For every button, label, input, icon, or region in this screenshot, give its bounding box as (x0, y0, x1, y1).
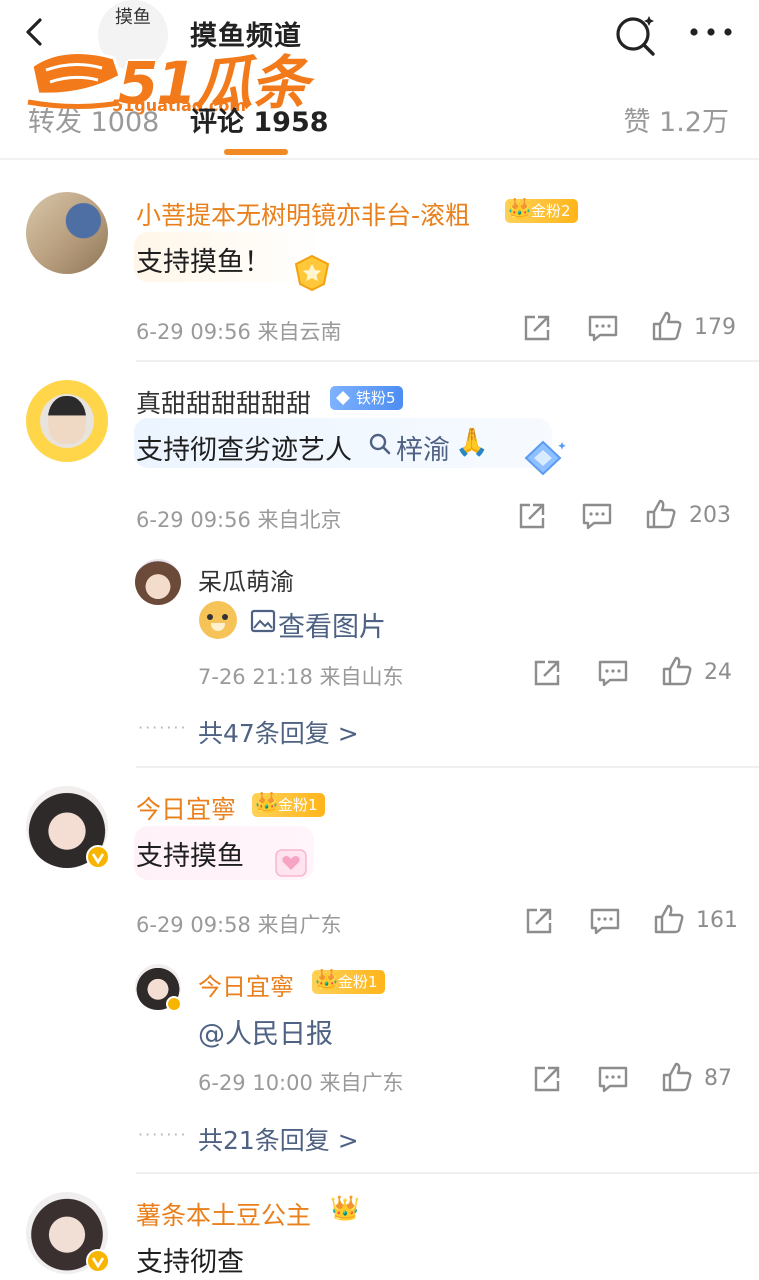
tabs-divider (0, 158, 759, 160)
fan-badge: 👑 金粉1 (252, 790, 325, 817)
comment-text: 支持摸鱼 (136, 841, 244, 872)
comment-icon[interactable] (596, 1062, 630, 1096)
pink-heart-card-icon (275, 849, 307, 877)
reply-meta: 6-29 10:00 来自广东 (198, 1071, 404, 1095)
share-icon[interactable] (530, 1062, 564, 1096)
reply-meta: 7-26 21:18 来自山东 (198, 665, 404, 689)
verified-badge-icon (86, 845, 110, 869)
reply-author-name[interactable]: 呆瓜萌渝 (198, 562, 294, 597)
topic-link[interactable]: 梓渝 (396, 428, 450, 467)
comment-text: 支持彻查劣迹艺人 (136, 435, 352, 466)
avatar[interactable] (135, 559, 181, 605)
active-tab-indicator (224, 149, 288, 155)
crown-icon: 👑 (507, 196, 532, 220)
top-bar: 摸鱼 摸鱼频道 (0, 0, 759, 72)
tab-likes[interactable]: 赞 1.2万 (623, 100, 729, 139)
crown-icon: 👑 (314, 967, 339, 991)
like-icon[interactable] (660, 654, 694, 688)
image-icon (250, 609, 276, 633)
comment-meta: 6-29 09:56 来自云南 (136, 320, 342, 344)
comment-author-name[interactable]: 小菩提本无树明镜亦非台-滚粗 (136, 196, 470, 232)
comment-author-name[interactable]: 今日宜寧 (136, 790, 236, 826)
comment-icon[interactable] (596, 656, 630, 690)
like-count: 161 (696, 908, 738, 933)
crown-icon: 👑 (330, 1194, 360, 1222)
verified-badge-icon (166, 996, 182, 1012)
reply-author-name[interactable]: 今日宜寧 (198, 967, 294, 1002)
like-icon[interactable] (652, 902, 686, 936)
like-icon[interactable] (660, 1060, 694, 1094)
comment-divider (136, 360, 759, 362)
fan-badge: 👑 金粉2 (505, 196, 578, 223)
like-count: 87 (704, 1066, 732, 1091)
channel-avatar-text: 摸鱼 (115, 7, 151, 28)
search-link-icon (369, 433, 391, 455)
mention-link[interactable]: @人民日报 (198, 1012, 333, 1051)
search-icon[interactable] (612, 10, 660, 58)
like-icon[interactable] (644, 497, 678, 531)
diamond-icon (336, 391, 350, 405)
comment-meta: 6-29 09:56 来自北京 (136, 508, 342, 532)
dots-decoration: ······· (138, 1125, 188, 1144)
share-icon[interactable] (520, 311, 554, 345)
comment-text: 支持彻查 (136, 1247, 244, 1278)
comment-divider (136, 766, 759, 768)
comment-icon[interactable] (588, 904, 622, 938)
view-image-link[interactable]: 查看图片 (278, 605, 386, 644)
share-icon[interactable] (522, 904, 556, 938)
like-count: 203 (689, 503, 731, 528)
dots-decoration: ······· (138, 718, 188, 737)
like-count: 179 (694, 315, 736, 340)
fan-badge: 铁粉5 (330, 386, 403, 410)
comment-icon[interactable] (586, 311, 620, 345)
comment-author-name[interactable]: 薯条本土豆公主 (136, 1196, 311, 1232)
comment-text: 支持摸鱼！ (136, 247, 271, 278)
verified-badge-icon (86, 1249, 110, 1273)
blue-diamond-icon (524, 440, 566, 476)
like-count: 24 (704, 660, 732, 685)
share-icon[interactable] (515, 499, 549, 533)
pray-emoji: 🙏 (455, 427, 489, 458)
doge-emoji-icon (199, 601, 237, 639)
fan-badge: 👑 金粉1 (312, 967, 385, 994)
tab-reposts[interactable]: 转发 1008 (28, 100, 159, 139)
comment-author-name[interactable]: 真甜甜甜甜甜甜 (136, 384, 311, 420)
more-replies-link[interactable]: 共21条回复 > (198, 1121, 359, 1157)
avatar[interactable] (26, 192, 108, 274)
tab-comments[interactable]: 评论 1958 (190, 100, 329, 139)
crown-icon: 👑 (254, 790, 279, 814)
more-replies-link[interactable]: 共47条回复 > (198, 714, 359, 750)
gold-shield-icon (294, 254, 330, 292)
avatar[interactable] (26, 380, 108, 462)
comment-divider (136, 1172, 759, 1174)
like-icon[interactable] (650, 309, 684, 343)
comment-icon[interactable] (580, 499, 614, 533)
share-icon[interactable] (530, 656, 564, 690)
more-options-icon[interactable] (686, 14, 736, 50)
avatar-portrait (48, 396, 86, 444)
comment-meta: 6-29 09:58 来自广东 (136, 913, 342, 937)
back-arrow-icon[interactable] (18, 14, 54, 50)
